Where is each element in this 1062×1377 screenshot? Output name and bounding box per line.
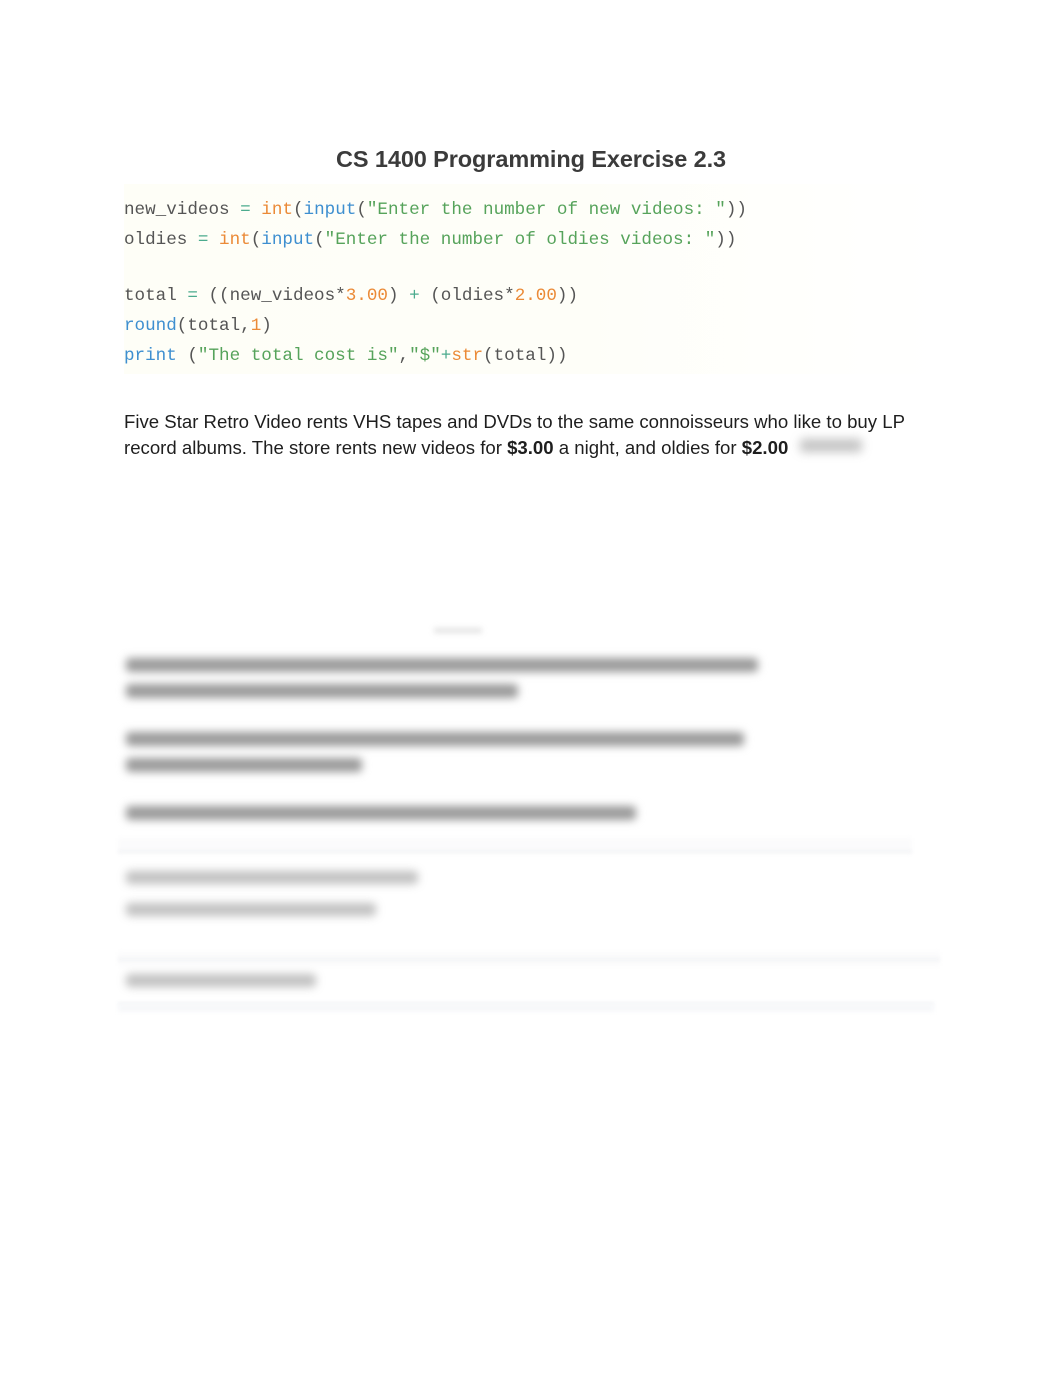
code-token-plain: new_videos	[124, 200, 241, 220]
code-token-plain: ))	[715, 230, 737, 250]
code-token-plain: (	[292, 200, 304, 220]
code-block: new_videos = int(input("Enter the number…	[124, 184, 940, 374]
code-token-operator: =	[240, 200, 251, 220]
code-token-function: input	[261, 230, 315, 250]
code-token-function: round	[124, 316, 177, 336]
code-token-plain: oldies	[124, 230, 198, 250]
code-token-builtin-type: str	[451, 346, 484, 366]
code-token-number: 3.00	[345, 286, 388, 306]
code-token-function: print	[124, 346, 177, 366]
redacted-sample-prompt-line	[126, 903, 376, 916]
code-line: new_videos = int(input("Enter the number…	[124, 195, 940, 225]
code-token-string: "Enter the number of new videos: "	[366, 200, 726, 220]
code-token-function: input	[303, 200, 357, 220]
redacted-paragraph-line	[126, 658, 758, 672]
code-token-plain: (	[314, 230, 325, 250]
code-token-plain: (	[356, 200, 367, 220]
code-token-string: "Enter the number of oldies videos: "	[324, 230, 716, 250]
code-token-builtin-type: int	[219, 230, 251, 250]
redacted-paragraph-line	[126, 758, 362, 772]
code-token-plain: ))	[725, 200, 747, 220]
code-token-string: "$"	[409, 346, 441, 366]
description-segment-2: a night, and oldies for	[553, 436, 742, 458]
code-token-plain: (	[250, 230, 262, 250]
redacted-rule	[118, 850, 912, 853]
faint-divider-mark	[434, 628, 482, 633]
code-token-plain: ((new_videos*	[197, 286, 346, 306]
code-token-operator: =	[187, 286, 198, 306]
redacted-paragraph-line	[126, 806, 636, 820]
code-token-string: "The total cost is"	[197, 346, 399, 366]
code-token-plain: (total))	[483, 346, 568, 366]
code-token-plain: ))	[556, 286, 579, 306]
code-line: total = ((new_videos*3.00) + (oldies*2.0…	[124, 281, 940, 311]
code-token-plain: total	[124, 286, 188, 306]
code-token-operator: +	[409, 286, 420, 306]
code-token-operator: =	[197, 230, 209, 250]
code-token-plain: (total,	[176, 316, 251, 336]
code-token-builtin-type: int	[261, 200, 293, 220]
code-token-plain: (oldies*	[419, 286, 515, 306]
redacted-wash-band	[118, 1004, 934, 1012]
code-token-number: 1	[250, 316, 262, 336]
code-token-plain: ,	[398, 346, 410, 366]
redacted-rule	[118, 958, 940, 961]
code-token-number: 2.00	[514, 286, 557, 306]
price-new-videos: $3.00	[507, 436, 554, 458]
price-oldies: $2.00	[741, 436, 789, 458]
document-page: CS 1400 Programming Exercise 2.3 new_vid…	[0, 0, 1062, 1377]
exercise-description: Five Star Retro Video rents VHS tapes an…	[124, 409, 924, 460]
code-line: print ("The total cost is","$"+str(total…	[124, 341, 940, 371]
code-token-plain: )	[261, 316, 272, 336]
page-title: CS 1400 Programming Exercise 2.3	[336, 146, 726, 172]
code-token-plain: )	[387, 286, 410, 306]
code-token-plain: (	[176, 346, 198, 366]
redacted-inline-text	[800, 438, 863, 452]
code-line: oldies = int(input("Enter the number of …	[124, 225, 940, 255]
redacted-paragraph-line	[126, 732, 744, 746]
code-token-operator: +	[440, 346, 452, 366]
redacted-paragraph-line	[126, 684, 518, 698]
redacted-sample-output-line	[126, 974, 316, 987]
code-line: round(total,1)	[124, 311, 940, 341]
redacted-sample-prompt-line	[126, 871, 418, 884]
